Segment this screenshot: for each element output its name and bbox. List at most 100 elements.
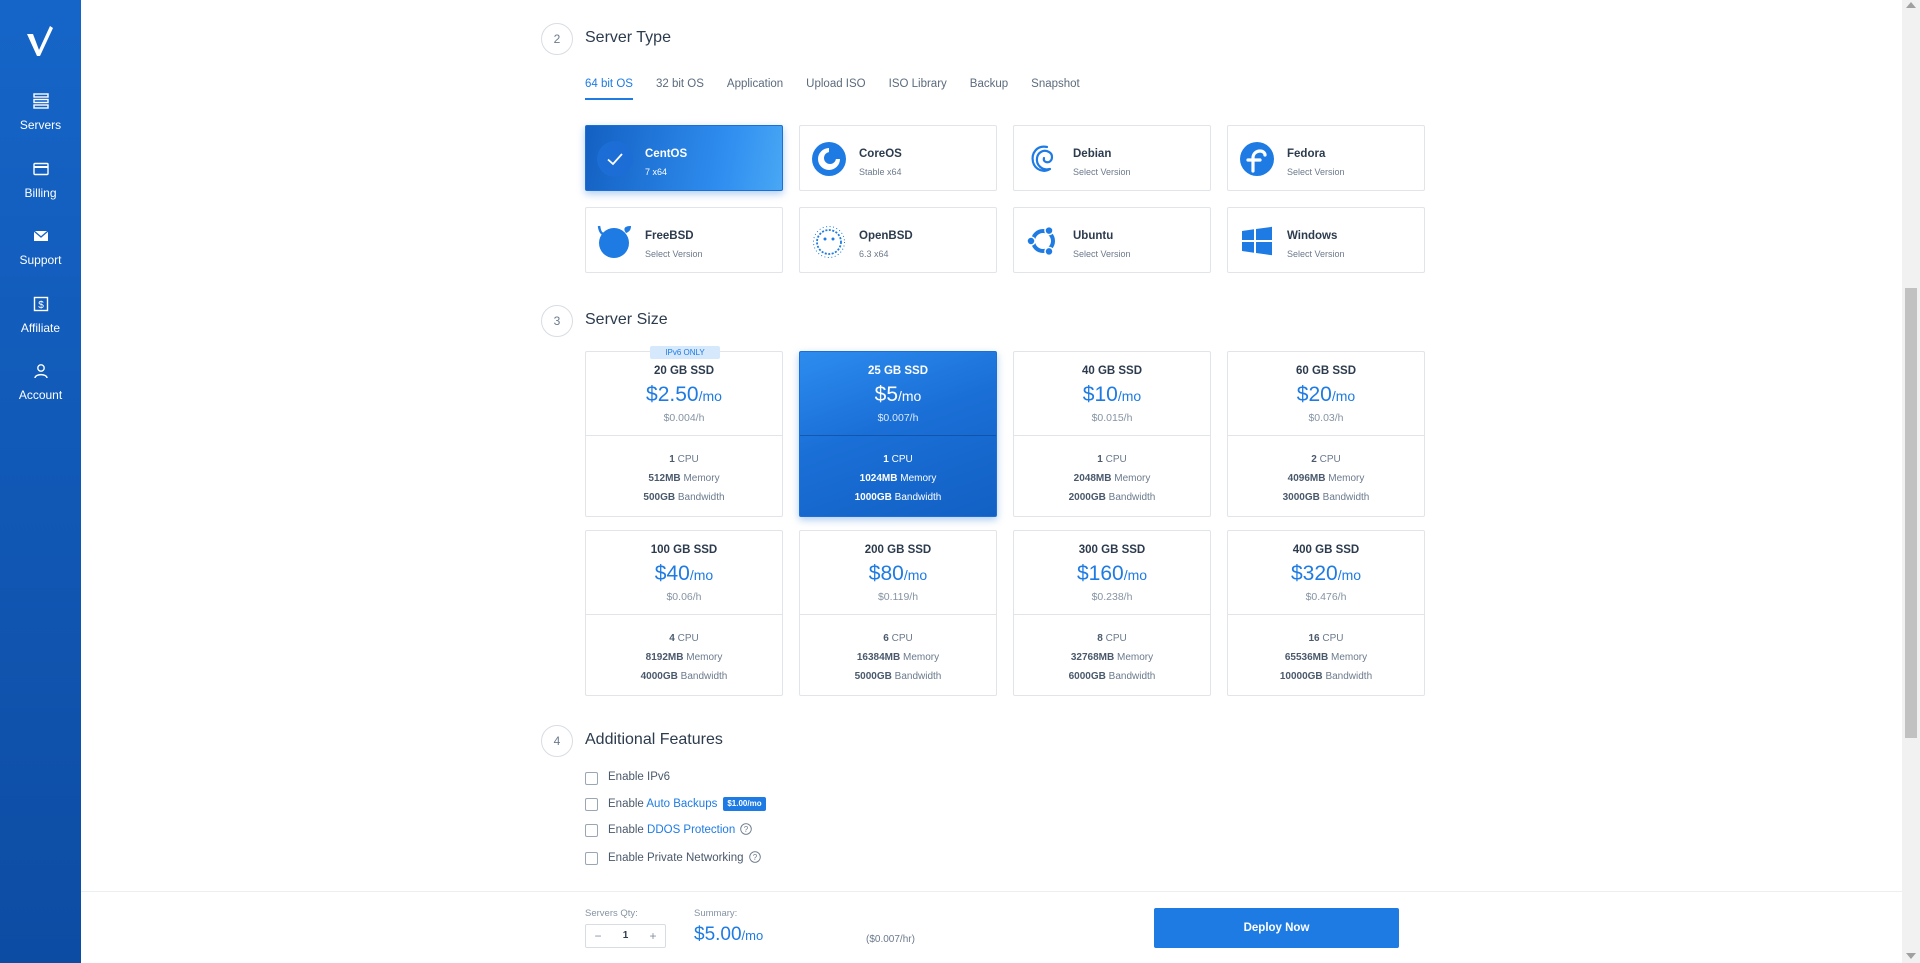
size-name: 200 GB SSD bbox=[864, 544, 932, 556]
size-price: $80/mo bbox=[868, 562, 928, 585]
affiliate-icon: $ bbox=[33, 296, 48, 312]
os-tabs: 64 bit OS 32 bit OS Application Upload I… bbox=[585, 78, 1103, 100]
size-card-20gb[interactable]: 20 GB SSD $2.50/mo $0.004/h 1 CPU 512MB … bbox=[585, 346, 783, 517]
size-price: $2.50/mo bbox=[646, 383, 722, 406]
os-name: Windows bbox=[1287, 230, 1338, 242]
servers-icon bbox=[32, 93, 49, 109]
os-version: Select Version bbox=[1287, 249, 1345, 259]
size-price: $5/mo bbox=[874, 383, 922, 406]
os-name: Ubuntu bbox=[1073, 230, 1114, 242]
section-title: Server Type bbox=[585, 29, 671, 46]
size-card-200gb[interactable]: 200 GB SSD $80/mo $0.119/h 6 CPU 16384MB… bbox=[799, 530, 997, 696]
tab-64bit-os[interactable]: 64 bit OS bbox=[585, 78, 633, 100]
fedora-icon bbox=[1240, 142, 1274, 176]
ipv6-checkbox[interactable] bbox=[585, 772, 598, 785]
os-name: Fedora bbox=[1287, 148, 1326, 160]
os-card-centos[interactable]: CentOS 7 x64 bbox=[585, 125, 783, 191]
sidebar-item-label: Support bbox=[19, 253, 62, 267]
ddos-checkbox[interactable] bbox=[585, 824, 598, 837]
deploy-now-button[interactable]: Deploy Now bbox=[1154, 908, 1399, 948]
os-card-coreos[interactable]: CoreOS Stable x64 bbox=[799, 125, 997, 191]
size-specs: 8 CPU 32768MB Memory 6000GB Bandwidth bbox=[1068, 633, 1156, 682]
size-card-100gb[interactable]: 100 GB SSD $40/mo $0.06/h 4 CPU 8192MB M… bbox=[585, 530, 783, 696]
size-specs: 6 CPU 16384MB Memory 5000GB Bandwidth bbox=[854, 633, 942, 682]
billing-icon bbox=[32, 162, 49, 176]
freebsd-icon bbox=[597, 225, 631, 258]
qty-increase-button[interactable]: + bbox=[641, 925, 665, 947]
svg-text:?: ? bbox=[752, 853, 757, 862]
size-card-300gb[interactable]: 300 GB SSD $160/mo $0.238/h 8 CPU 32768M… bbox=[1013, 530, 1211, 696]
scroll-up-arrow-icon[interactable] bbox=[1906, 2, 1916, 8]
summary-label: Summary: bbox=[694, 908, 738, 919]
tab-upload-iso[interactable]: Upload ISO bbox=[806, 78, 865, 100]
tab-iso-library[interactable]: ISO Library bbox=[889, 78, 947, 100]
size-card-25gb[interactable]: 25 GB SSD $5/mo $0.007/h 1 CPU 1024MB Me… bbox=[799, 351, 997, 517]
summary-hourly: ($0.007/hr) bbox=[866, 934, 915, 945]
size-hourly: $0.476/h bbox=[1305, 591, 1347, 603]
os-version: Stable x64 bbox=[859, 167, 902, 177]
os-card-debian[interactable]: Debian Select Version bbox=[1013, 125, 1211, 191]
os-card-openbsd[interactable]: OpenBSD 6.3 x64 bbox=[799, 207, 997, 273]
auto-backups-link[interactable]: Auto Backups bbox=[646, 798, 717, 810]
sidebar-item-servers[interactable]: Servers bbox=[0, 92, 81, 148]
size-card-header: 25 GB SSD $5/mo $0.007/h bbox=[800, 352, 996, 436]
sidebar-item-label: Account bbox=[18, 388, 63, 402]
os-version: Select Version bbox=[645, 249, 703, 259]
auto-backups-checkbox[interactable] bbox=[585, 798, 598, 811]
feature-label: Enable DDOS Protection? bbox=[608, 823, 752, 836]
vultr-logo-icon[interactable] bbox=[24, 22, 56, 58]
size-price: $10/mo bbox=[1082, 383, 1142, 406]
os-card-freebsd[interactable]: FreeBSD Select Version bbox=[585, 207, 783, 273]
os-name: FreeBSD bbox=[645, 230, 694, 242]
size-price: $320/mo bbox=[1290, 562, 1362, 585]
size-specs: 1 CPU 2048MB Memory 2000GB Bandwidth bbox=[1068, 454, 1156, 503]
tab-snapshot[interactable]: Snapshot bbox=[1031, 78, 1080, 100]
sidebar-item-affiliate[interactable]: $ Affiliate bbox=[0, 295, 81, 351]
os-name: Debian bbox=[1073, 148, 1112, 160]
sidebar-item-label: Billing bbox=[24, 186, 57, 200]
size-name: 60 GB SSD bbox=[1295, 365, 1357, 377]
scrollbar[interactable] bbox=[1902, 0, 1920, 963]
size-name: 20 GB SSD bbox=[653, 365, 715, 377]
size-card-header: 20 GB SSD $2.50/mo $0.004/h bbox=[586, 352, 782, 436]
section-title: Additional Features bbox=[585, 731, 723, 748]
account-icon bbox=[33, 364, 48, 379]
tab-backup[interactable]: Backup bbox=[970, 78, 1008, 100]
help-icon[interactable]: ? bbox=[740, 823, 752, 835]
check-icon bbox=[597, 141, 633, 177]
size-card-60gb[interactable]: 60 GB SSD $20/mo $0.03/h 2 CPU 4096MB Me… bbox=[1227, 351, 1425, 517]
size-specs: 16 CPU 65536MB Memory 10000GB Bandwidth bbox=[1279, 633, 1373, 682]
size-hourly: $0.004/h bbox=[663, 412, 705, 424]
ddos-protection-link[interactable]: DDOS Protection bbox=[647, 824, 735, 836]
private-networking-checkbox[interactable] bbox=[585, 852, 598, 865]
os-version: Select Version bbox=[1287, 167, 1345, 177]
tab-32bit-os[interactable]: 32 bit OS bbox=[656, 78, 704, 100]
os-card-fedora[interactable]: Fedora Select Version bbox=[1227, 125, 1425, 191]
os-card-ubuntu[interactable]: Ubuntu Select Version bbox=[1013, 207, 1211, 273]
os-card-windows[interactable]: Windows Select Version bbox=[1227, 207, 1425, 273]
size-card-header: 60 GB SSD $20/mo $0.03/h bbox=[1228, 352, 1424, 436]
scroll-down-arrow-icon[interactable] bbox=[1906, 953, 1916, 959]
scroll-thumb[interactable] bbox=[1905, 288, 1917, 738]
section-title: Server Size bbox=[585, 311, 668, 328]
size-specs: 4 CPU 8192MB Memory 4000GB Bandwidth bbox=[640, 633, 728, 682]
sidebar-item-billing[interactable]: Billing bbox=[0, 160, 81, 216]
size-name: 300 GB SSD bbox=[1078, 544, 1146, 556]
size-name: 25 GB SSD bbox=[867, 365, 929, 377]
qty-value[interactable]: 1 bbox=[610, 925, 641, 947]
size-hourly: $0.06/h bbox=[666, 591, 702, 603]
size-card-400gb[interactable]: 400 GB SSD $320/mo $0.476/h 16 CPU 65536… bbox=[1227, 530, 1425, 696]
step-number: 4 bbox=[541, 725, 573, 757]
os-version: 6.3 x64 bbox=[859, 249, 889, 259]
sidebar-item-support[interactable]: Support bbox=[0, 227, 81, 283]
os-name: OpenBSD bbox=[859, 230, 913, 242]
size-specs: 2 CPU 4096MB Memory 3000GB Bandwidth bbox=[1282, 454, 1370, 503]
qty-decrease-button[interactable]: − bbox=[586, 925, 610, 947]
os-name: CoreOS bbox=[859, 148, 902, 160]
tab-application[interactable]: Application bbox=[727, 78, 783, 100]
help-icon[interactable]: ? bbox=[748, 851, 761, 863]
size-card-40gb[interactable]: 40 GB SSD $10/mo $0.015/h 1 CPU 2048MB M… bbox=[1013, 351, 1211, 517]
size-card-header: 400 GB SSD $320/mo $0.476/h bbox=[1228, 531, 1424, 615]
sidebar-item-account[interactable]: Account bbox=[0, 362, 81, 418]
coreos-icon bbox=[812, 142, 846, 176]
